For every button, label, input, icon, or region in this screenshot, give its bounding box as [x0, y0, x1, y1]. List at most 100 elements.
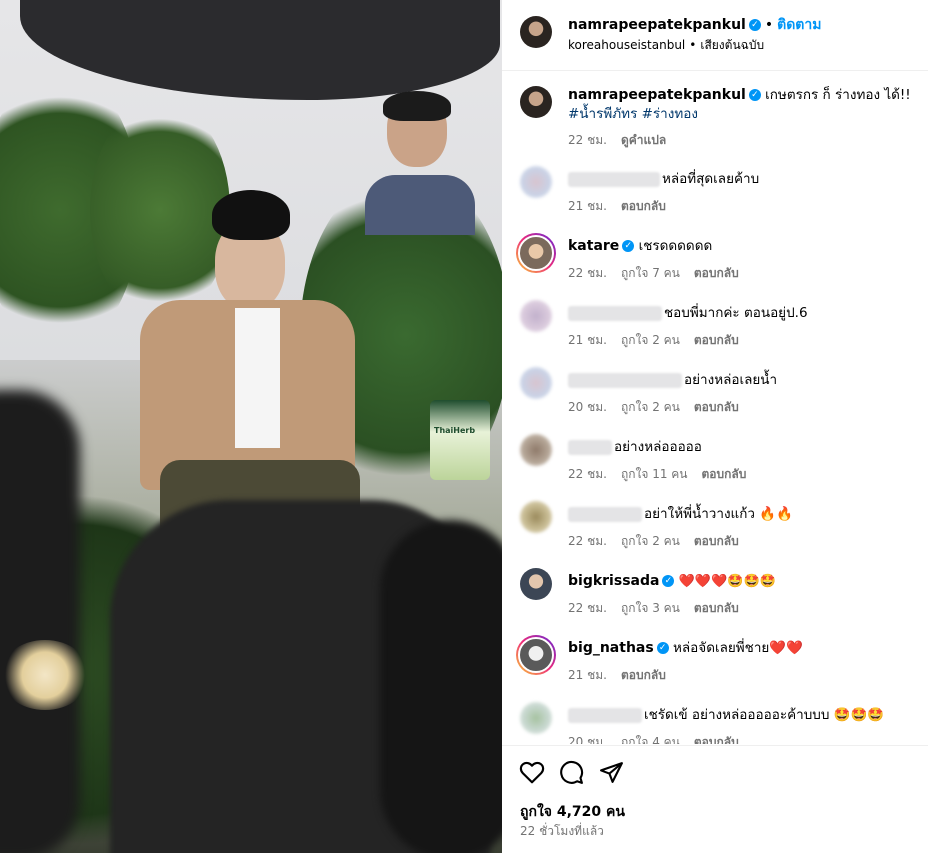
commenter-avatar[interactable] — [520, 300, 552, 332]
reply-button[interactable]: ตอบกลับ — [694, 266, 739, 280]
like-count[interactable]: ถูกใจ 4,720 คน — [520, 801, 625, 823]
share-icon[interactable] — [599, 760, 624, 785]
comment-text: หล่อที่สุดเลยค้าบ — [662, 171, 760, 187]
photo-product-bag: ThaiHerb — [430, 400, 490, 480]
comment-time[interactable]: 22 ชม. — [568, 467, 607, 481]
comment-meta: 21 ชม. ตอบกลับ — [568, 666, 680, 685]
caption-meta: 22 ชม. ดูคำแปล — [568, 131, 680, 150]
comment-time[interactable]: 22 ชม. — [568, 601, 607, 615]
comment-likes[interactable]: ถูกใจ 11 คน — [621, 467, 688, 481]
comment-meta: 21 ชม. ถูกใจ 2 คน ตอบกลับ — [568, 331, 753, 350]
author-avatar[interactable] — [520, 16, 552, 48]
comment-meta: 22 ชม. ถูกใจ 7 คน ตอบกลับ — [568, 264, 753, 283]
comment-time[interactable]: 22 ชม. — [568, 266, 607, 280]
comment-meta: 22 ชม. ถูกใจ 2 คน ตอบกลับ — [568, 532, 753, 551]
commenter-username-redacted[interactable] — [568, 171, 660, 187]
caption-hashtags[interactable]: #น้ำรพีภัทร #ร่างทอง — [568, 106, 698, 122]
post-header: namrapeepatekpankul ✓ • ติดตาม koreahouseis… — [502, 0, 928, 71]
translate-button[interactable]: ดูคำแปล — [621, 133, 666, 147]
commenter-username-redacted[interactable] — [568, 707, 642, 723]
comment-text-block: ชอบพี่มากค่ะ ตอนอยู่ป.6 — [568, 304, 913, 323]
commenter-username-redacted[interactable] — [568, 305, 662, 321]
comment-time[interactable]: 20 ชม. — [568, 735, 607, 744]
caption-avatar[interactable] — [520, 86, 552, 118]
reply-button[interactable]: ตอบกลับ — [621, 668, 666, 682]
comment-text-block: หล่อที่สุดเลยค้าบ — [568, 170, 913, 189]
audio-link[interactable]: เสียงต้นฉบับ — [700, 38, 764, 52]
commenter-username-redacted[interactable] — [568, 506, 642, 522]
comment-likes[interactable]: ถูกใจ 4 คน — [621, 735, 680, 744]
photo-product-label: ThaiHerb — [434, 426, 476, 435]
verified-badge-icon: ✓ — [662, 575, 675, 587]
location-link[interactable]: koreahouseistanbul — [568, 38, 685, 52]
photo-crew-member — [365, 91, 475, 235]
commenter-avatar[interactable] — [516, 635, 556, 675]
comment-text: อย่างหล่อออออ — [614, 439, 702, 455]
caption-time[interactable]: 22 ชม. — [568, 133, 607, 147]
reply-button[interactable]: ตอบกลับ — [702, 467, 747, 481]
comment-text-block: อย่าให้พี่น้ำวางแก้ว 🔥🔥 — [568, 505, 913, 524]
caption-text: เกษตรกร ก็ ร่างทอง ได้!! — [765, 87, 911, 103]
comment-time[interactable]: 21 ชม. — [568, 668, 607, 682]
commenter-username[interactable]: bigkrissada — [568, 573, 659, 589]
reply-button[interactable]: ตอบกลับ — [694, 333, 739, 347]
comment-text-block: bigkrissada ✓ ❤️❤️❤️🤩🤩🤩 — [568, 572, 913, 591]
comment-time[interactable]: 20 ชม. — [568, 400, 607, 414]
commenter-avatar[interactable] — [520, 166, 552, 198]
heart-icon[interactable] — [519, 760, 545, 784]
comment-text: อย่าให้พี่น้ำวางแก้ว 🔥🔥 — [644, 506, 793, 522]
verified-badge-icon: ✓ — [622, 240, 635, 252]
commenter-avatar[interactable] — [520, 367, 552, 399]
comment-likes[interactable]: ถูกใจ 3 คน — [621, 601, 680, 615]
commenter-avatar[interactable] — [520, 501, 552, 533]
reply-button[interactable]: ตอบกลับ — [694, 400, 739, 414]
comment-text: อย่างหล่อเลยน้ำ — [684, 372, 778, 388]
commenter-avatar[interactable] — [520, 702, 552, 734]
comment-text: เชรดดดดดด — [638, 238, 713, 254]
comment-text: ชอบพี่มากค่ะ ตอนอยู่ป.6 — [664, 305, 808, 321]
comment-text-block: เชรัดเข้ อย่างหล่อออออะค้าบบบ 🤩🤩🤩 — [568, 706, 913, 725]
comment-likes[interactable]: ถูกใจ 2 คน — [621, 333, 680, 347]
comment-icon[interactable] — [559, 760, 584, 785]
caption-username[interactable]: namrapeepatekpankul — [568, 87, 746, 103]
comment-time[interactable]: 22 ชม. — [568, 534, 607, 548]
commenter-username-redacted[interactable] — [568, 439, 612, 455]
commenter-username-redacted[interactable] — [568, 372, 682, 388]
photo-foreground-blur — [0, 390, 80, 853]
verified-badge-icon: ✓ — [748, 19, 761, 31]
comment-text: หล่อจัดเลยพี่ชาย❤️❤️ — [673, 640, 803, 656]
comment-likes[interactable]: ถูกใจ 2 คน — [621, 534, 680, 548]
comment-likes[interactable]: ถูกใจ 7 คน — [621, 266, 680, 280]
post-actions: ถูกใจ 4,720 คน 22 ชั่วโมงที่แล้ว — [502, 745, 928, 854]
author-line: namrapeepatekpankul ✓ • ติดตาม — [568, 14, 821, 36]
comment-time[interactable]: 21 ชม. — [568, 333, 607, 347]
reply-button[interactable]: ตอบกลับ — [694, 601, 739, 615]
author-username[interactable]: namrapeepatekpankul — [568, 17, 746, 33]
commenter-avatar[interactable] — [516, 233, 556, 273]
reply-button[interactable]: ตอบกลับ — [694, 534, 739, 548]
commenter-avatar[interactable] — [520, 568, 552, 600]
comment-meta: 20 ชม. ถูกใจ 2 คน ตอบกลับ — [568, 398, 753, 417]
comment-meta: 20 ชม. ถูกใจ 4 คน ตอบกลับ — [568, 733, 753, 744]
verified-badge-icon: ✓ — [748, 89, 761, 101]
comment-text-block: katare ✓ เชรดดดดดด — [568, 237, 913, 256]
commenter-username[interactable]: katare — [568, 238, 619, 254]
post-photo[interactable]: ThaiHerb — [0, 0, 502, 853]
post-timestamp[interactable]: 22 ชั่วโมงที่แล้ว — [520, 822, 604, 841]
separator-dot: • — [689, 38, 697, 52]
commenter-avatar[interactable] — [520, 434, 552, 466]
reply-button[interactable]: ตอบกลับ — [694, 735, 739, 744]
comment-time[interactable]: 21 ชม. — [568, 199, 607, 213]
photo-foreground-blur — [380, 520, 502, 853]
comment-likes[interactable]: ถูกใจ 2 คน — [621, 400, 680, 414]
commenter-username[interactable]: big_nathas — [568, 640, 654, 656]
comment-meta: 22 ชม. ถูกใจ 3 คน ตอบกลับ — [568, 599, 753, 618]
verified-badge-icon: ✓ — [656, 642, 669, 654]
reply-button[interactable]: ตอบกลับ — [621, 199, 666, 213]
comments-list[interactable]: namrapeepatekpankul ✓ เกษตรกร ก็ ร่างทอง … — [502, 71, 928, 744]
separator-dot: • — [764, 17, 774, 33]
follow-button[interactable]: ติดตาม — [777, 17, 821, 33]
caption-text-block: namrapeepatekpankul ✓ เกษตรกร ก็ ร่างทอง … — [568, 86, 913, 124]
comment-text-block: big_nathas ✓ หล่อจัดเลยพี่ชาย❤️❤️ — [568, 639, 913, 658]
post-sidebar: namrapeepatekpankul ✓ • ติดตาม koreahouseis… — [502, 0, 928, 853]
